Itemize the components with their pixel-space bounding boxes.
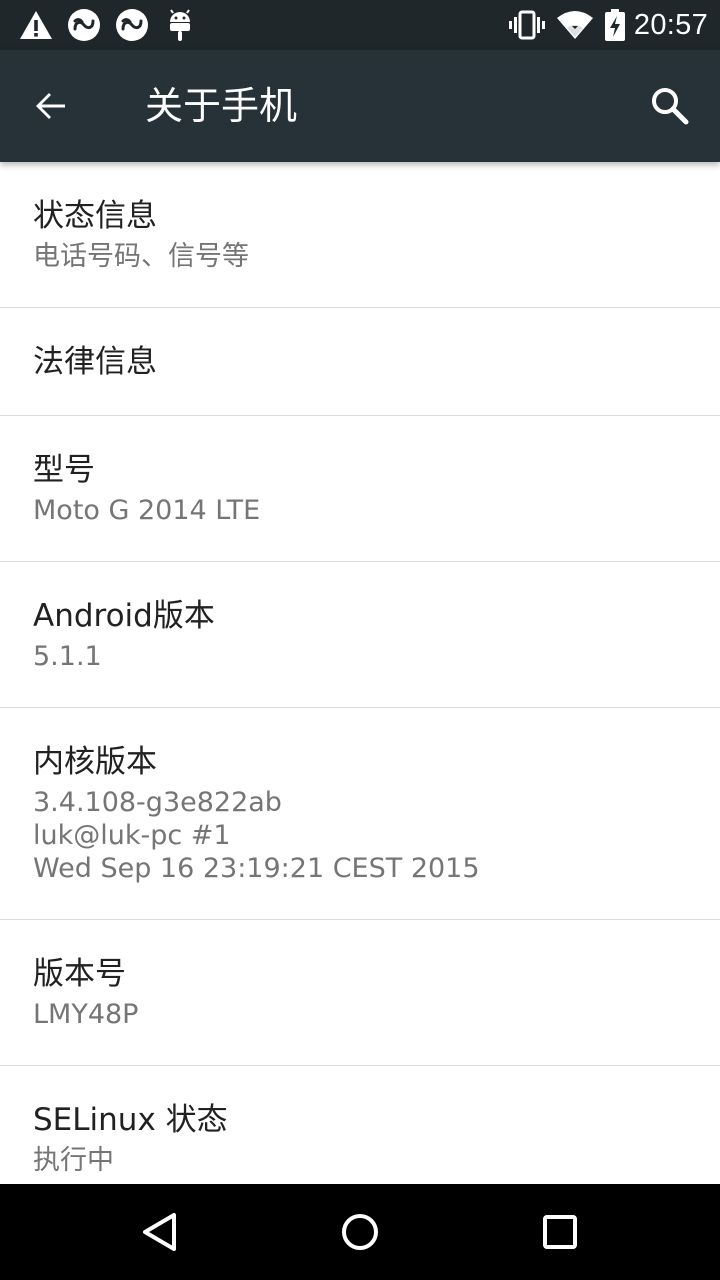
list-item-label: Android版本 — [33, 598, 215, 634]
list-item-label: 法律信息 — [33, 344, 157, 380]
status-time: 20:57 — [633, 8, 708, 41]
list-item-selinux-status[interactable]: SELinux 状态 执行中 — [0, 1066, 720, 1184]
nav-home-button[interactable] — [320, 1202, 400, 1262]
list-item-android-version[interactable]: Android版本 5.1.1 — [0, 562, 720, 708]
search-button[interactable] — [640, 78, 700, 134]
list-item-summary: 电话号码、信号等 — [33, 241, 249, 272]
wifi-icon — [556, 7, 594, 43]
list-item-summary: 执行中 — [33, 1145, 114, 1176]
status-bar: 20:57 — [0, 0, 720, 50]
list-item-legal-info[interactable]: 法律信息 — [0, 308, 720, 416]
list-item-summary: 5.1.1 — [33, 641, 102, 672]
infinity-icon — [114, 7, 150, 43]
list-item-summary: Moto G 2014 LTE — [33, 495, 261, 526]
warning-icon — [18, 7, 54, 43]
nav-home-icon — [342, 1214, 378, 1250]
battery-charging-icon — [604, 7, 626, 43]
list-item-model[interactable]: 型号 Moto G 2014 LTE — [0, 416, 720, 562]
app-bar: 关于手机 — [0, 50, 720, 162]
status-system-icons: 20:57 — [498, 7, 708, 43]
back-button[interactable] — [22, 78, 78, 134]
kernel-version-line: 3.4.108-g3e822ab — [33, 787, 282, 818]
status-notification-icons — [18, 7, 210, 43]
infinity-icon — [66, 7, 102, 43]
list-item-label: 内核版本 — [33, 744, 157, 780]
search-icon — [652, 88, 689, 125]
android-icon — [162, 7, 198, 43]
list-item-label: 型号 — [33, 452, 95, 488]
kernel-build-date-line: Wed Sep 16 23:19:21 CEST 2015 — [33, 853, 480, 884]
nav-back-icon — [143, 1213, 176, 1251]
nav-recents-button[interactable] — [520, 1202, 600, 1262]
list-item-build-number[interactable]: 版本号 LMY48P — [0, 920, 720, 1066]
navigation-bar — [0, 1184, 720, 1280]
vibrate-icon — [508, 7, 546, 43]
list-item-summary: LMY48P — [33, 999, 139, 1030]
kernel-build-host-line: luk@luk-pc #1 — [33, 820, 231, 851]
page-title: 关于手机 — [145, 84, 298, 128]
list-item-label: SELinux 状态 — [33, 1102, 228, 1138]
nav-recents-icon — [543, 1215, 577, 1249]
list-item-status-info[interactable]: 状态信息 电话号码、信号等 — [0, 162, 720, 308]
nav-back-button[interactable] — [120, 1202, 200, 1262]
list-item-label: 版本号 — [33, 956, 126, 992]
arrow-back-icon — [36, 93, 65, 119]
list-item-kernel-version[interactable]: 内核版本 3.4.108-g3e822ab luk@luk-pc #1 Wed … — [0, 708, 720, 920]
about-phone-list: 状态信息 电话号码、信号等 法律信息 型号 Moto G 2014 LTE An… — [0, 162, 720, 1184]
list-item-label: 状态信息 — [33, 198, 157, 234]
